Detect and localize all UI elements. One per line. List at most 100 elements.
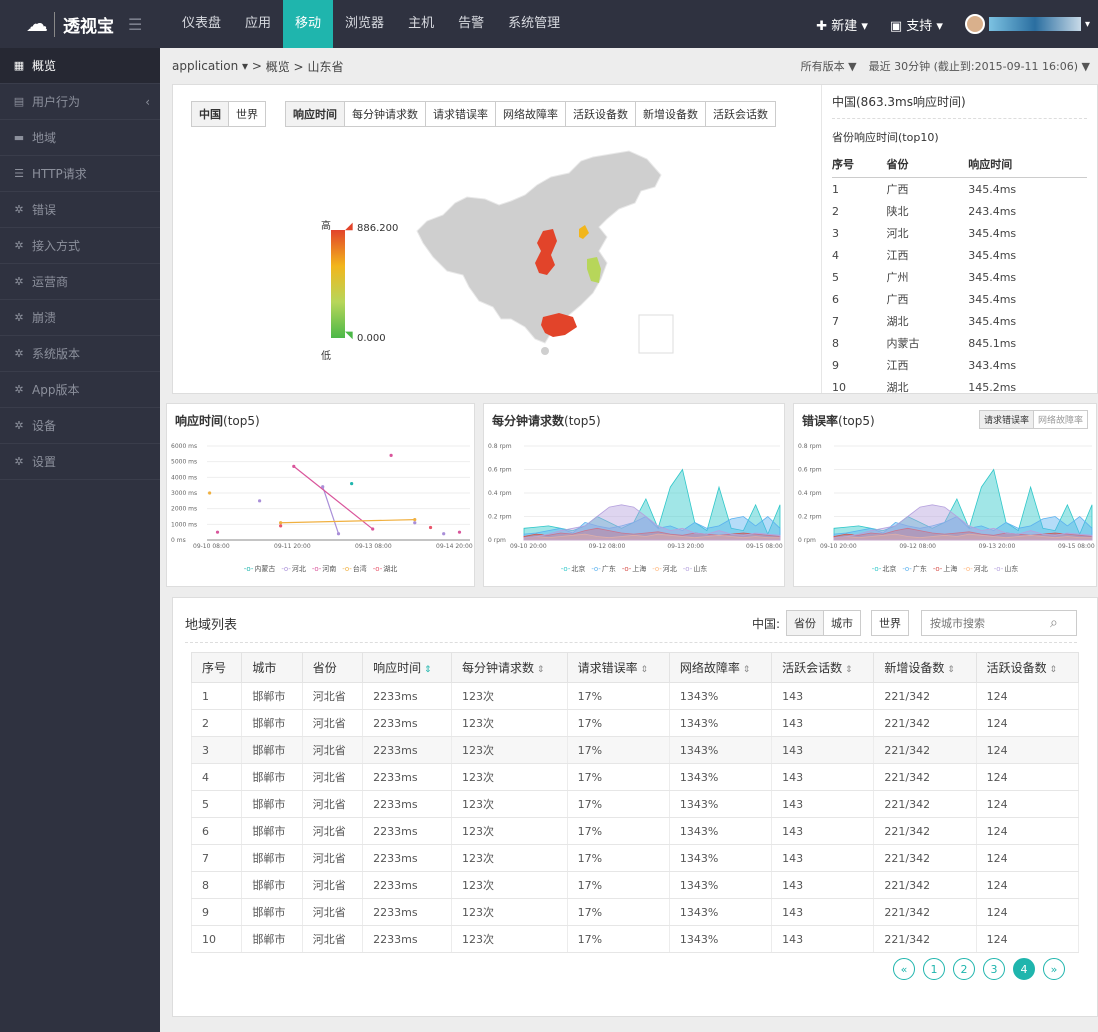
data-point[interactable] [389, 453, 393, 457]
legend-item[interactable]: -o-台湾 [342, 565, 366, 573]
sort-icon[interactable]: ⇕ [534, 665, 545, 675]
data-point[interactable] [336, 532, 341, 536]
legend-item[interactable]: -o-广东 [902, 565, 926, 573]
sort-icon[interactable]: ⇕ [638, 665, 649, 675]
data-point[interactable] [292, 464, 296, 468]
legend-item[interactable]: -o-河北 [281, 565, 305, 573]
legend-item[interactable]: -o-山东 [994, 565, 1018, 573]
legend-item[interactable]: -o-内蒙古 [244, 565, 276, 573]
data-point[interactable] [279, 521, 283, 525]
metric-tab-1[interactable]: 每分钟请求数 [345, 101, 426, 127]
legend-item[interactable]: -o-河南 [312, 565, 336, 573]
tab-request-error[interactable]: 请求错误率 [978, 410, 1034, 429]
region-header-4[interactable]: 每分钟请求数 ⇕ [450, 652, 568, 683]
legend-item[interactable]: -o-广东 [591, 565, 615, 573]
legend-item[interactable]: -o-北京 [561, 565, 586, 573]
region-header-5[interactable]: 请求错误率 ⇕ [566, 652, 670, 683]
nav-item-4[interactable]: 主机 [396, 0, 446, 48]
nav-item-0[interactable]: 仪表盘 [170, 0, 233, 48]
sort-icon[interactable]: ⇕ [944, 665, 955, 675]
data-point[interactable] [350, 482, 354, 486]
data-point[interactable] [371, 527, 375, 531]
sidebar-item-3[interactable]: ☰ HTTP请求 [0, 156, 160, 192]
world-button[interactable]: 世界 [871, 610, 909, 636]
page-button-2[interactable]: 2 [953, 958, 975, 980]
region-header-7[interactable]: 活跃会话数 ⇕ [771, 652, 875, 683]
nav-item-1[interactable]: 应用 [233, 0, 283, 48]
sort-icon[interactable]: ⇕ [421, 665, 432, 675]
data-point[interactable] [457, 530, 462, 534]
region-header-9[interactable]: 活跃设备数 ⇕ [975, 652, 1080, 683]
top10-row: 1 广西 345.4ms [832, 178, 1087, 201]
city-search-box[interactable]: ⌕ [921, 610, 1077, 636]
logo[interactable]: ☁ 透视宝 ☰ [0, 0, 160, 48]
scope-tab-china[interactable]: 中国 [191, 101, 229, 127]
page-button-0[interactable]: « [893, 958, 915, 980]
sidebar-item-10[interactable]: ✲ 设备 [0, 408, 160, 444]
data-point[interactable] [279, 524, 283, 528]
china-map[interactable] [393, 147, 693, 357]
data-point[interactable] [428, 525, 433, 530]
page-button-3[interactable]: 3 [983, 958, 1005, 980]
legend-item[interactable]: -o-上海 [933, 565, 957, 573]
nav-item-2[interactable]: 移动 [283, 0, 334, 48]
data-point[interactable] [208, 491, 212, 495]
nav-item-6[interactable]: 系统管理 [496, 0, 572, 48]
legend-item[interactable]: -o-上海 [622, 565, 646, 573]
data-point[interactable] [413, 521, 417, 525]
metric-tab-5[interactable]: 新增设备数 [636, 101, 706, 127]
sidebar-item-8[interactable]: ✲ 系统版本 [0, 336, 160, 372]
region-header-label: 城市 [252, 661, 277, 675]
sidebar-item-5[interactable]: ✲ 接入方式 [0, 228, 160, 264]
sidebar-item-0[interactable]: ▦ 概览 [0, 48, 160, 84]
sidebar-item-2[interactable]: ▬ 地域 [0, 120, 160, 156]
support-menu[interactable]: ▣ 支持 ▾ [890, 15, 943, 34]
region-header-3[interactable]: 响应时间 ⇕ [362, 652, 452, 683]
tab-network-fault[interactable]: 网络故障率 [1033, 410, 1088, 429]
data-point[interactable] [215, 530, 220, 534]
sort-icon[interactable]: ⇕ [740, 665, 751, 675]
sidebar-item-1[interactable]: ▤ 用户行为 ‹ [0, 84, 160, 120]
new-menu[interactable]: ✚ 新建 ▾ [816, 15, 868, 34]
nav-item-5[interactable]: 告警 [446, 0, 496, 48]
metric-tab-6[interactable]: 活跃会话数 [706, 101, 776, 127]
legend-item[interactable]: -o-河北 [963, 565, 987, 573]
metric-tab-0[interactable]: 响应时间 [285, 101, 345, 127]
metric-tab-4[interactable]: 活跃设备数 [566, 101, 636, 127]
metric-tab-3[interactable]: 网络故障率 [496, 101, 566, 127]
province-button[interactable]: 省份 [786, 610, 824, 636]
search-icon[interactable]: ⌕ [1050, 615, 1058, 631]
legend-item[interactable]: -o-北京 [872, 565, 897, 573]
region-header-8[interactable]: 新增设备数 ⇕ [873, 652, 977, 683]
data-point[interactable] [413, 518, 417, 522]
time-range-select[interactable]: 最近 30分钟 (截止到:2015-09-11 16:06) ▼ [869, 58, 1090, 74]
sidebar-item-4[interactable]: ✲ 错误 [0, 192, 160, 228]
breadcrumb-app[interactable]: application ▾ > [172, 59, 262, 73]
page-button-4[interactable]: 4 [1013, 958, 1035, 980]
breadcrumb-overview[interactable]: 概览 > [266, 58, 304, 75]
sort-icon[interactable]: ⇕ [1047, 665, 1058, 675]
user-menu[interactable]: ▾ [964, 14, 1090, 34]
version-select[interactable]: 所有版本 ▼ [801, 58, 857, 74]
sidebar-item-9[interactable]: ✲ App版本 [0, 372, 160, 408]
response-time-chart-panel: 响应时间(top5) 0 ms 1000 ms 2000 ms 3000 ms 4000… [166, 403, 475, 587]
page-button-5[interactable]: » [1043, 958, 1065, 980]
city-search-input[interactable] [930, 616, 1050, 630]
legend-item[interactable]: -o-湖北 [373, 565, 397, 573]
metric-tab-2[interactable]: 请求错误率 [426, 101, 496, 127]
region-header-6[interactable]: 网络故障率 ⇕ [668, 652, 773, 683]
legend-item[interactable]: -o-山东 [683, 565, 707, 573]
sidebar-item-7[interactable]: ✲ 崩溃 [0, 300, 160, 336]
sidebar-item-6[interactable]: ✲ 运营商 [0, 264, 160, 300]
nav-item-3[interactable]: 浏览器 [333, 0, 396, 48]
scope-tab-world[interactable]: 世界 [229, 101, 266, 127]
legend-item[interactable]: -o-河北 [652, 565, 676, 573]
sort-icon[interactable]: ⇕ [842, 665, 853, 675]
sidebar-item-11[interactable]: ✲ 设置 [0, 444, 160, 480]
page-button-1[interactable]: 1 [923, 958, 945, 980]
sidebar-item-label: 设置 [32, 455, 57, 469]
data-point[interactable] [442, 532, 446, 536]
data-point[interactable] [258, 499, 262, 503]
city-button[interactable]: 城市 [824, 610, 861, 636]
menu-toggle-icon[interactable]: ☰ [128, 15, 142, 34]
